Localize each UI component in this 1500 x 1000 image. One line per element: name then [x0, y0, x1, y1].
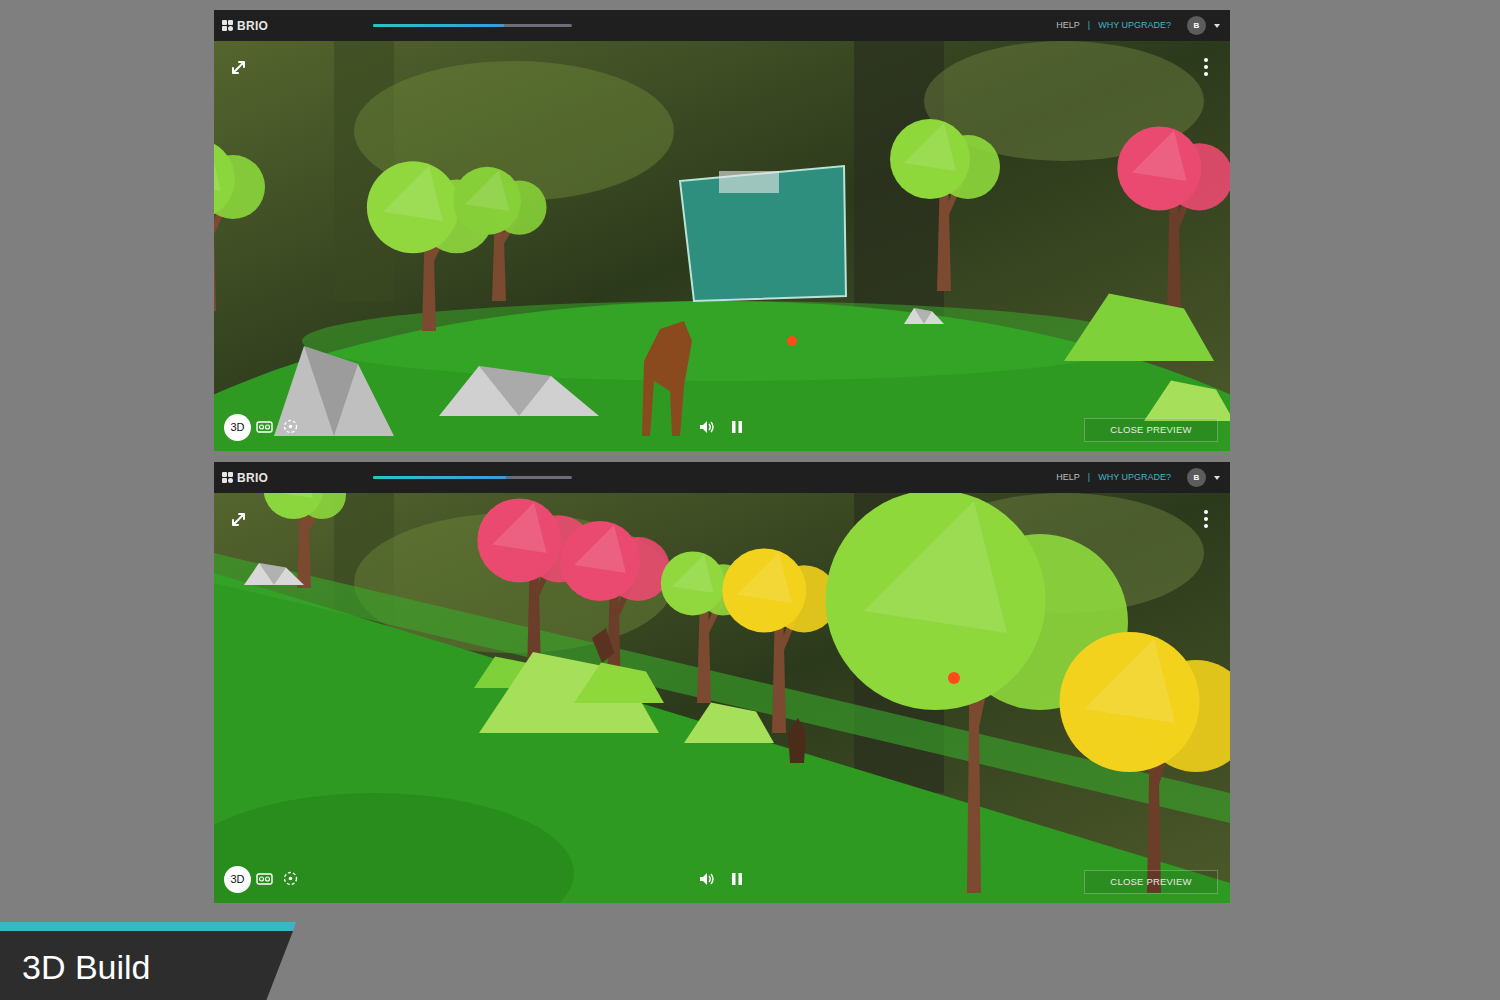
- vr-headset-icon[interactable]: [256, 871, 273, 887]
- progress-track: [373, 24, 572, 27]
- 3d-scene[interactable]: 3D CLOSE PREVIEW: [214, 493, 1230, 903]
- vr-headset-icon[interactable]: [256, 419, 273, 435]
- 3d-mode-button[interactable]: 3D: [224, 414, 251, 441]
- preview-frame: BRIO HELP | WHY UPGRADE? B 3D CLOSE PREVIEW: [214, 10, 1230, 451]
- link-separator: |: [1088, 19, 1090, 33]
- preview-frame: BRIO HELP | WHY UPGRADE? B 3D CLOSE PREVIEW: [214, 462, 1230, 903]
- caret-icon[interactable]: [1214, 476, 1220, 480]
- 3d-mode-button[interactable]: 3D: [224, 866, 251, 893]
- logo-icon: [222, 472, 233, 483]
- header-links: HELP | WHY UPGRADE? B: [1056, 468, 1220, 487]
- volume-icon[interactable]: [699, 419, 715, 435]
- pause-icon[interactable]: [729, 419, 745, 435]
- volume-icon[interactable]: [699, 871, 715, 887]
- caret-icon[interactable]: [1214, 24, 1220, 28]
- scene-image[interactable]: [214, 493, 1230, 903]
- avatar-initial: B: [1194, 20, 1200, 32]
- scene-image[interactable]: [214, 41, 1230, 451]
- pause-icon[interactable]: [729, 871, 745, 887]
- fullscreen-icon[interactable]: [230, 59, 247, 76]
- brio-logo[interactable]: BRIO: [222, 17, 373, 35]
- logo-icon: [222, 20, 233, 31]
- caption-label: 3D Build: [0, 922, 296, 1000]
- help-link[interactable]: HELP: [1056, 19, 1080, 33]
- close-preview-button[interactable]: CLOSE PREVIEW: [1084, 870, 1218, 894]
- help-link[interactable]: HELP: [1056, 471, 1080, 485]
- upgrade-link[interactable]: WHY UPGRADE?: [1098, 19, 1171, 33]
- preview-stack: BRIOHELP|WHY UPGRADE?B3DCLOSE PREVIEWBRI…: [214, 0, 1230, 903]
- user-avatar[interactable]: B: [1187, 468, 1206, 487]
- progress-track: [373, 476, 572, 479]
- upgrade-link[interactable]: WHY UPGRADE?: [1098, 471, 1171, 485]
- top-bar: BRIO HELP | WHY UPGRADE? B: [214, 462, 1230, 493]
- avatar-initial: B: [1194, 472, 1200, 484]
- close-preview-button[interactable]: CLOSE PREVIEW: [1084, 418, 1218, 442]
- user-avatar[interactable]: B: [1187, 16, 1206, 35]
- link-separator: |: [1088, 471, 1090, 485]
- caption-text: 3D Build: [0, 931, 296, 1000]
- progress-fill: [373, 24, 504, 27]
- more-menu-icon[interactable]: [1202, 509, 1210, 529]
- header-links: HELP | WHY UPGRADE? B: [1056, 16, 1220, 35]
- logo-text: BRIO: [237, 469, 268, 487]
- brio-logo[interactable]: BRIO: [222, 469, 373, 487]
- fullscreen-icon[interactable]: [230, 511, 247, 528]
- progress-fill: [373, 476, 506, 479]
- 3d-scene[interactable]: 3D CLOSE PREVIEW: [214, 41, 1230, 451]
- recenter-icon[interactable]: [282, 418, 299, 435]
- logo-text: BRIO: [237, 17, 268, 35]
- more-menu-icon[interactable]: [1202, 57, 1210, 77]
- recenter-icon[interactable]: [282, 870, 299, 887]
- top-bar: BRIO HELP | WHY UPGRADE? B: [214, 10, 1230, 41]
